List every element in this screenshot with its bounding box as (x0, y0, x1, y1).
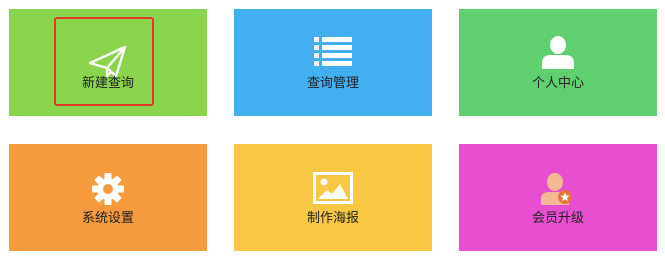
selection-highlight (54, 17, 154, 106)
member-upgrade-icon (459, 172, 657, 206)
tile-member-upgrade[interactable]: 会员升级 (459, 144, 657, 251)
tile-system-settings[interactable]: 系统设置 (9, 144, 207, 251)
list-icon (234, 37, 432, 67)
tile-label: 制作海报 (306, 211, 359, 226)
tile-label: 会员升级 (531, 211, 584, 226)
tile-label: 系统设置 (81, 211, 134, 226)
tile-label: 个人中心 (531, 76, 584, 91)
gear-icon (9, 172, 207, 206)
tile-query-management[interactable]: 查询管理 (234, 9, 432, 116)
tile-label: 查询管理 (306, 76, 359, 91)
tile-make-poster[interactable]: 制作海报 (234, 144, 432, 251)
tile-personal-center[interactable]: 个人中心 (459, 9, 657, 116)
image-icon (234, 172, 432, 204)
user-icon (459, 36, 657, 69)
